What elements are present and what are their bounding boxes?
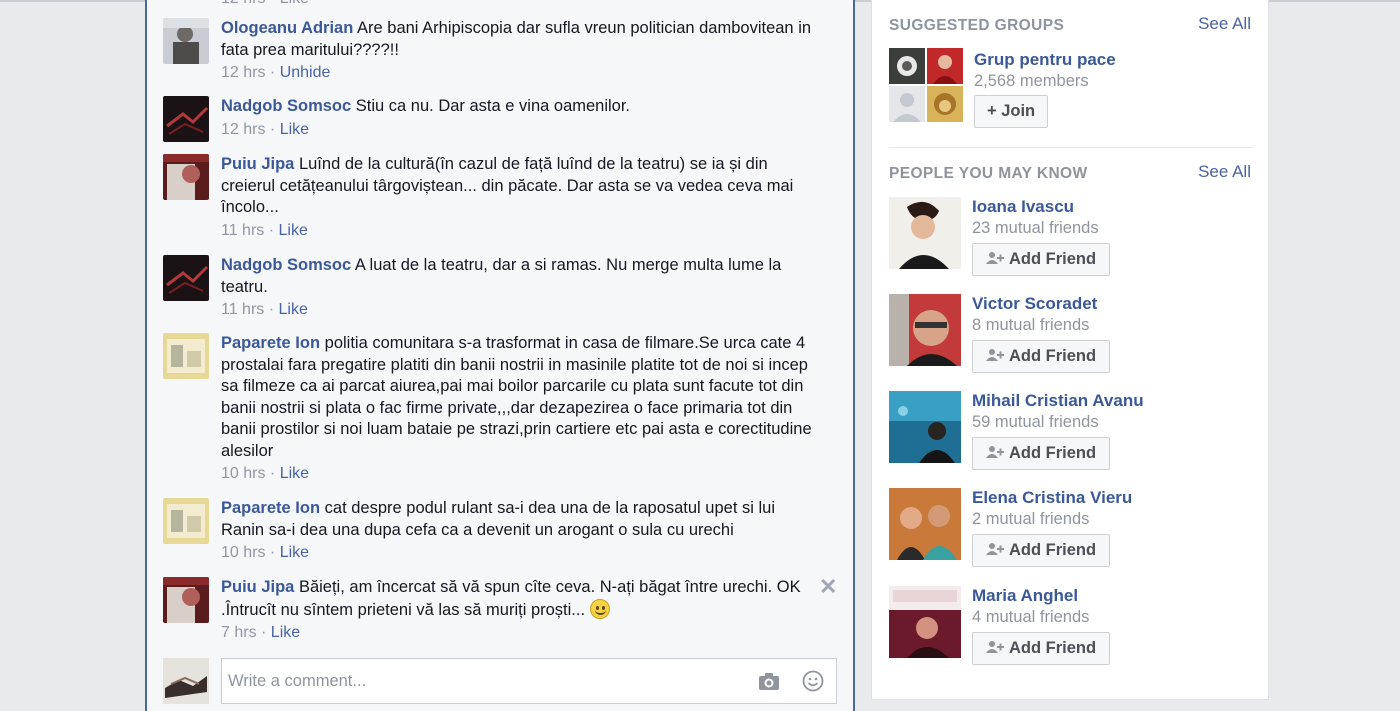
comment-time[interactable]: 10 hrs (221, 465, 265, 482)
comment-time[interactable]: 12 hrs (221, 64, 265, 81)
comment-text: Băieți, am încercat să vă spun cîte ceva… (221, 578, 801, 619)
meta-separator: · (264, 221, 279, 239)
mutual-friends-count[interactable]: 2 mutual friends (972, 510, 1132, 529)
comment-author[interactable]: Nadgob Somsoc (221, 97, 351, 115)
avatar[interactable] (163, 154, 209, 200)
like-link[interactable]: Like (279, 222, 308, 239)
person-suggestion: Maria Anghel 4 mutual friends Add Friend (889, 586, 1259, 666)
avatar[interactable] (163, 18, 209, 64)
comment-text: Luînd de la cultură(în cazul de față luî… (221, 155, 794, 216)
add-friend-label: Add Friend (1008, 541, 1097, 559)
like-link[interactable]: Like (280, 121, 309, 138)
comment-time[interactable]: 11 hrs (221, 222, 264, 239)
avatar[interactable] (163, 498, 209, 544)
like-link[interactable]: Like (280, 544, 309, 561)
person-photo[interactable] (889, 197, 961, 269)
add-friend-button[interactable]: Add Friend (972, 632, 1110, 665)
people-see-all-link[interactable]: See All (1198, 162, 1251, 182)
comment-time[interactable]: 12 hrs (221, 121, 265, 138)
like-link[interactable]: Like (279, 301, 308, 318)
person-photo[interactable] (889, 586, 961, 658)
add-friend-button[interactable]: Add Friend (972, 340, 1110, 373)
comment-composer (221, 658, 837, 704)
meta-separator: · (265, 544, 280, 561)
comment-author[interactable]: Puiu Jipa (221, 578, 294, 596)
groups-see-all-link[interactable]: See All (1198, 14, 1251, 34)
mutual-friends-count[interactable]: 8 mutual friends (972, 316, 1110, 335)
cut-off-meta: 12 hrs · Like (221, 0, 309, 8)
avatar[interactable] (163, 333, 209, 379)
right-sidebar: SUGGESTED GROUPS See All Grup pentru pac… (871, 0, 1269, 700)
person-photo[interactable] (889, 294, 961, 366)
comment-text: Stiu ca nu. Dar asta e vina oamenilor. (355, 97, 631, 115)
comment-input[interactable] (228, 667, 728, 695)
comment-author[interactable]: Puiu Jipa (221, 155, 294, 173)
like-link[interactable]: Like (280, 465, 309, 482)
add-friend-icon (985, 446, 1004, 458)
comments-feed: 12 hrs · Like Ologeanu Adrian Are bani A… (145, 0, 855, 711)
avatar[interactable] (163, 255, 209, 301)
meta-separator: · (265, 465, 280, 482)
comment-author[interactable]: Paparete Ion (221, 499, 320, 517)
person-name-link[interactable]: Elena Cristina Vieru (972, 488, 1132, 507)
suggested-groups-title: SUGGESTED GROUPS (889, 17, 1065, 34)
meta-separator: · (256, 624, 271, 641)
emoji-icon[interactable] (802, 670, 824, 692)
person-name-link[interactable]: Maria Anghel (972, 586, 1078, 605)
person-suggestion: Victor Scoradet 8 mutual friends Add Fri… (889, 294, 1259, 374)
person-suggestion: Ioana Ivascu 23 mutual friends Add Frien… (889, 197, 1259, 277)
person-photo[interactable] (889, 391, 961, 463)
comment-time[interactable]: 7 hrs (221, 624, 257, 641)
comment-text: politia comunitara s-a trasformat in cas… (221, 334, 812, 460)
add-friend-icon (985, 543, 1004, 555)
section-divider (889, 147, 1253, 148)
add-friend-icon (985, 252, 1004, 264)
person-suggestion: Mihail Cristian Avanu 59 mutual friends … (889, 391, 1259, 471)
smiley-emoticon (589, 598, 610, 619)
add-friend-button[interactable]: Add Friend (972, 243, 1110, 276)
current-user-avatar (163, 658, 209, 704)
avatar[interactable] (163, 96, 209, 142)
add-friend-label: Add Friend (1008, 347, 1097, 365)
person-name-link[interactable]: Ioana Ivascu (972, 197, 1074, 216)
camera-icon[interactable] (758, 671, 780, 691)
comment-author[interactable]: Nadgob Somsoc (221, 256, 351, 274)
people-you-may-know-title: PEOPLE YOU MAY KNOW (889, 165, 1088, 182)
unhide-link[interactable]: Unhide (280, 64, 331, 81)
add-friend-icon (985, 349, 1004, 361)
add-friend-label: Add Friend (1008, 250, 1097, 268)
like-link[interactable]: Like (271, 624, 300, 641)
close-icon[interactable]: ✕ (819, 574, 837, 600)
person-name-link[interactable]: Victor Scoradet (972, 294, 1097, 313)
add-friend-label: Add Friend (1008, 639, 1097, 657)
meta-separator: · (265, 120, 280, 138)
add-friend-button[interactable]: Add Friend (972, 534, 1110, 567)
comment-author[interactable]: Paparete Ion (221, 334, 320, 352)
join-group-button[interactable]: + Join (974, 95, 1049, 128)
mutual-friends-count[interactable]: 4 mutual friends (972, 608, 1110, 627)
group-name-link[interactable]: Grup pentru pace (974, 50, 1116, 69)
person-name-link[interactable]: Mihail Cristian Avanu (972, 391, 1144, 410)
add-friend-label: Add Friend (1008, 444, 1097, 462)
add-friend-button[interactable]: Add Friend (972, 437, 1110, 470)
person-photo[interactable] (889, 488, 961, 560)
mutual-friends-count[interactable]: 59 mutual friends (972, 413, 1144, 432)
mutual-friends-count[interactable]: 23 mutual friends (972, 219, 1110, 238)
avatar[interactable] (163, 577, 209, 623)
group-members-count: 2,568 members (974, 72, 1089, 90)
meta-separator: · (264, 301, 279, 318)
comment-time[interactable]: 10 hrs (221, 544, 265, 561)
add-friend-icon (985, 641, 1004, 653)
comment-time[interactable]: 11 hrs (221, 301, 264, 318)
meta-separator: · (265, 64, 280, 81)
group-thumbnails[interactable] (889, 48, 963, 122)
person-suggestion: Elena Cristina Vieru 2 mutual friends Ad… (889, 488, 1259, 568)
comment-author[interactable]: Ologeanu Adrian (221, 19, 353, 37)
